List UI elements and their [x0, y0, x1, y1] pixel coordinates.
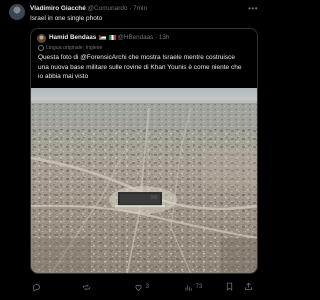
quoted-author-avatar [37, 34, 46, 43]
language-note-text: Lingua originale: Inglese [46, 45, 103, 51]
repost-button[interactable] [82, 281, 92, 293]
quoted-post-header: Hamid Bendaas @HBendaas · 13h [49, 33, 169, 43]
original-language-note: Lingua originale: Inglese [38, 44, 102, 52]
aerial-photo[interactable] [31, 88, 257, 273]
more-horizontal-icon[interactable]: ••• [248, 4, 258, 14]
separator-dot: · [129, 5, 132, 12]
post-header: Vladimiro Giacché @Comunardo · 7min ••• [30, 4, 258, 14]
bar-chart-icon [185, 284, 192, 290]
quoted-text-line: Questa foto di @ForensicArchi che mostra… [38, 54, 235, 61]
views-count: 73 [195, 284, 203, 290]
separator-dot: · [155, 34, 158, 41]
repost-icon [83, 284, 90, 290]
aerial-photo-image [31, 88, 257, 273]
author-avatar[interactable] [9, 4, 25, 20]
share-icon [245, 282, 252, 290]
post-text: Israel in one single photo [30, 15, 103, 22]
author-name[interactable]: Vladimiro Giacché [30, 5, 86, 12]
palestine-flag-icon [99, 34, 106, 40]
quoted-post[interactable]: Hamid Bendaas @HBendaas · 13h Lingua ori… [30, 28, 258, 274]
share-button[interactable] [244, 281, 253, 293]
quoted-text-line: io abbia mai visto [38, 73, 89, 81]
quoted-author-name: Hamid Bendaas [49, 34, 97, 41]
bookmark-icon [226, 282, 233, 291]
reply-icon [33, 283, 40, 292]
globe-icon [38, 44, 44, 51]
views-button[interactable]: 73 [184, 281, 202, 293]
quoted-author-handle: @HBendaas [117, 34, 154, 41]
quoted-text-line: una nuova base militare sulle rovine di … [38, 63, 242, 71]
reply-button[interactable] [32, 281, 42, 293]
heart-icon [135, 284, 142, 291]
author-handle[interactable]: @Comunardo [88, 5, 128, 12]
bookmark-button[interactable] [225, 281, 234, 293]
post-actions: 3 73 [30, 281, 258, 293]
quoted-post-text: Questa foto di @ForensicArchi che mostra… [38, 53, 256, 82]
quoted-post-time: 13h [158, 34, 170, 41]
like-count: 3 [145, 284, 150, 290]
post: Vladimiro Giacché @Comunardo · 7min ••• … [0, 0, 263, 300]
italy-flag-icon [108, 34, 116, 40]
like-button[interactable]: 3 [134, 281, 149, 293]
post-time[interactable]: 7min [133, 5, 147, 12]
